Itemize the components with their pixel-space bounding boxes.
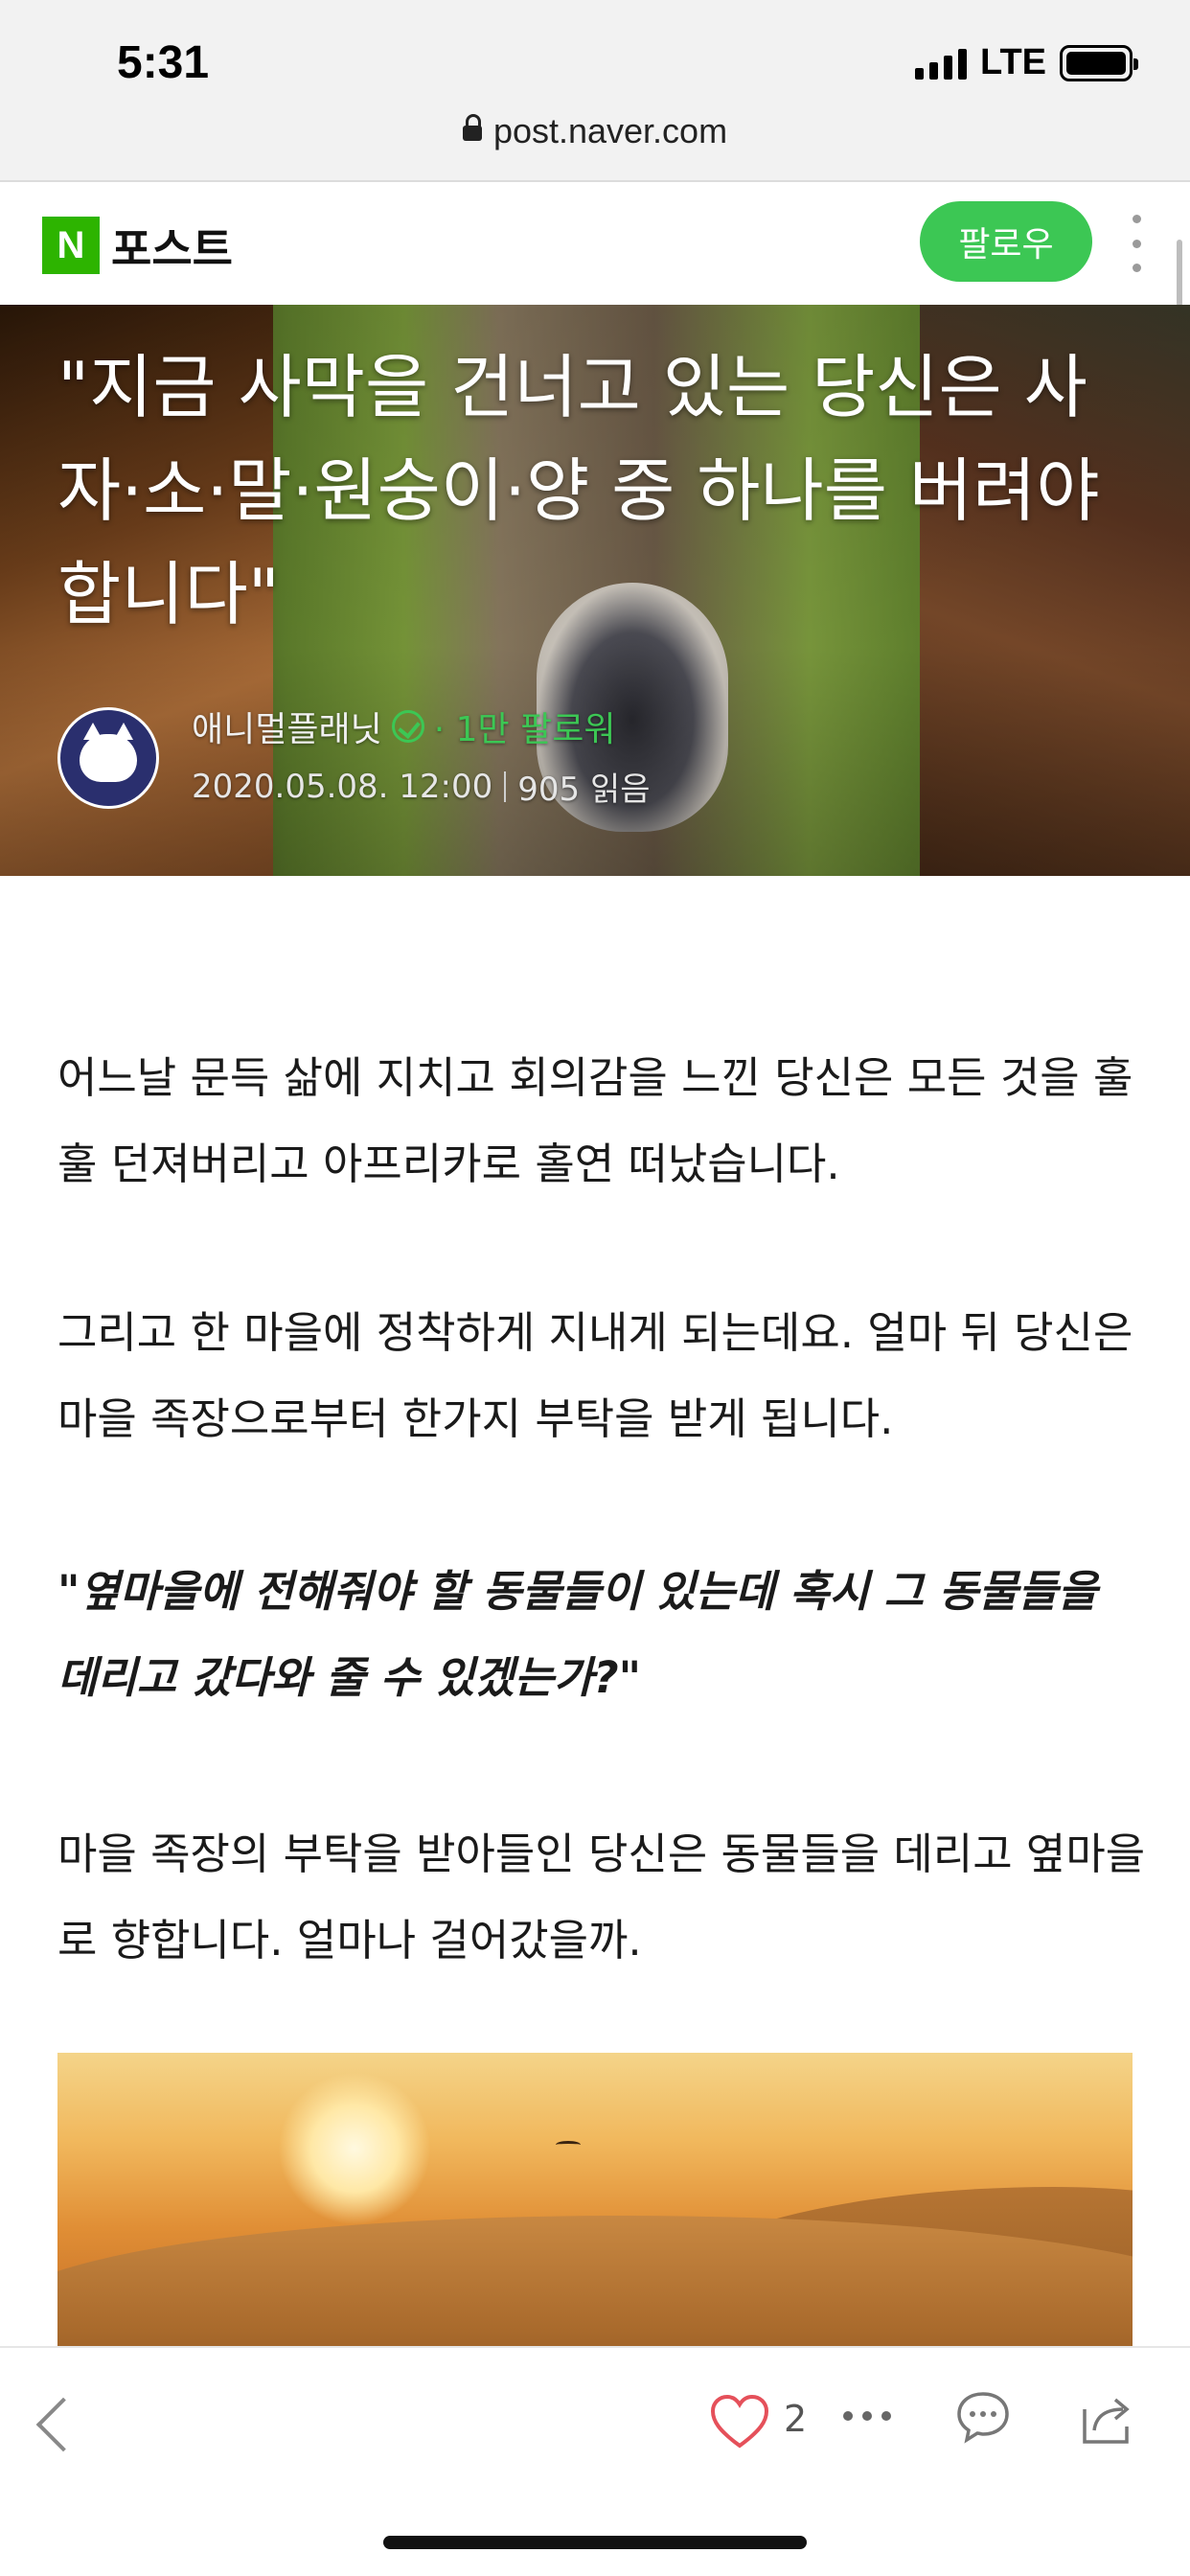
cat-icon bbox=[80, 723, 137, 782]
post-date: 2020.05.08. 12:00 bbox=[192, 767, 493, 806]
browser-chrome: 5:31 LTE post.naver.com bbox=[0, 0, 1190, 182]
author-info: 애니멀플래닛 · 1만 팔로워 bbox=[192, 702, 615, 751]
follow-button[interactable]: 팔로우 bbox=[920, 201, 1092, 282]
author-avatar[interactable] bbox=[57, 707, 159, 809]
lock-icon bbox=[462, 114, 482, 141]
app-header: N 포스트 팔로우 bbox=[0, 182, 1190, 305]
follower-count: · 1만 팔로워 bbox=[433, 710, 616, 749]
signal-icon bbox=[915, 47, 968, 80]
post-meta: 2020.05.08. 12:00 905 읽음 bbox=[192, 763, 651, 810]
url-text: post.naver.com bbox=[492, 111, 728, 150]
status-time: 5:31 bbox=[117, 37, 210, 88]
like-count: 2 bbox=[784, 2398, 808, 2440]
status-indicators: LTE bbox=[915, 42, 1138, 83]
author-name[interactable]: 애니멀플래닛 bbox=[192, 702, 382, 751]
post-title: "지금 사막을 건너고 있는 당신은 사자·소·말·원숭이·양 중 하나를 버려… bbox=[57, 347, 1100, 634]
article-quote: "옆마을에 전해줘야 할 동물들이 있는데 혹시 그 동물들을 데리고 갔다와 … bbox=[57, 1566, 1098, 1703]
comment-icon[interactable] bbox=[954, 2388, 1012, 2446]
network-type: LTE bbox=[980, 42, 1046, 82]
battery-icon bbox=[1060, 44, 1138, 81]
read-count: 905 읽음 bbox=[517, 770, 651, 809]
url-bar[interactable]: post.naver.com bbox=[0, 111, 1190, 151]
more-options-icon[interactable] bbox=[1127, 215, 1146, 272]
hero-banner: "지금 사막을 건너고 있는 당신은 사자·소·말·원숭이·양 중 하나를 버려… bbox=[0, 305, 1190, 876]
naver-logo[interactable]: N bbox=[42, 217, 100, 274]
article-paragraph: 마을 족장의 부탁을 받아들인 당신은 동물들을 데리고 옆마을로 향합니다. … bbox=[57, 1828, 1146, 1966]
back-icon[interactable] bbox=[35, 2397, 91, 2452]
share-icon[interactable] bbox=[1077, 2388, 1136, 2448]
divider bbox=[504, 770, 507, 802]
article-paragraph: 그리고 한 마을에 정착하게 지내게 되는데요. 얼마 뒤 당신은 마을 족장으… bbox=[57, 1307, 1133, 1444]
scrollbar bbox=[1177, 240, 1182, 307]
brand-title[interactable]: 포스트 bbox=[111, 215, 233, 278]
verified-check-icon bbox=[391, 710, 424, 743]
more-icon[interactable] bbox=[843, 2411, 891, 2421]
like-heart-icon[interactable] bbox=[709, 2392, 770, 2453]
home-indicator bbox=[383, 2536, 807, 2549]
article-paragraph: 어느날 문득 삶에 지치고 회의감을 느낀 당신은 모든 것을 훌훌 던져버리고… bbox=[57, 1052, 1133, 1189]
desert-image bbox=[57, 2053, 1133, 2346]
